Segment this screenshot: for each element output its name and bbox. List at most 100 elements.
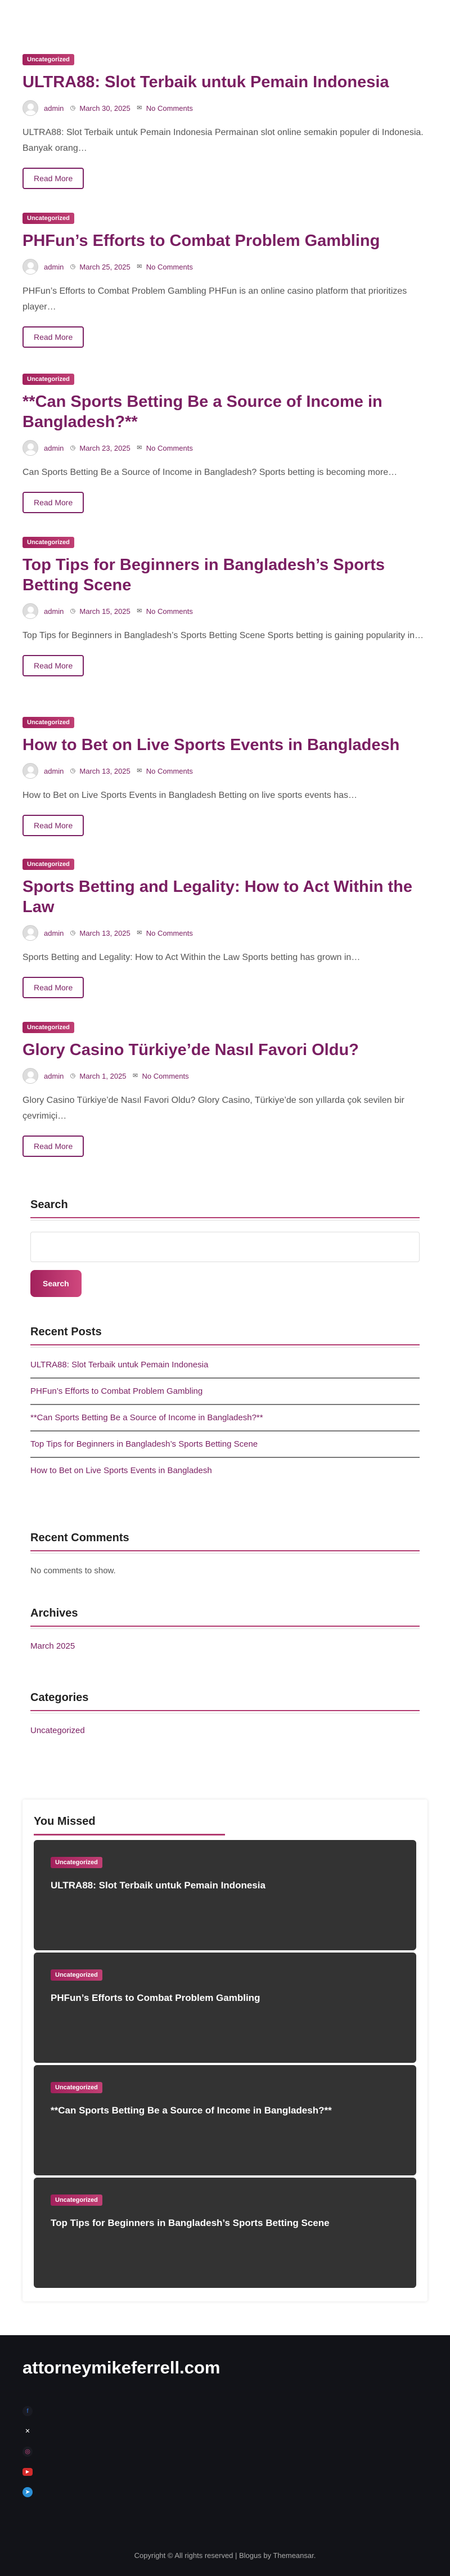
recent-posts-widget: Recent Posts ULTRA88: Slot Terbaik untuk…	[30, 1326, 420, 1491]
post-date[interactable]: ◷ March 30, 2025	[69, 104, 130, 113]
comments-icon: ✉	[132, 1072, 138, 1079]
facebook-icon[interactable]: f	[22, 2406, 33, 2416]
post-card: Uncategorized **Can Sports Betting Be a …	[22, 374, 428, 513]
read-more-button[interactable]: Read More	[22, 492, 84, 513]
category-link[interactable]: Uncategorized	[30, 1726, 420, 1735]
post-date[interactable]: ◷ March 25, 2025	[69, 263, 130, 271]
read-more-button[interactable]: Read More	[22, 977, 84, 998]
archive-link[interactable]: March 2025	[30, 1641, 420, 1651]
post-card: Uncategorized PHFun’s Efforts to Combat …	[22, 213, 428, 348]
post-author[interactable]: admin	[44, 444, 64, 452]
missed-card-title[interactable]: **Can Sports Betting Be a Source of Inco…	[51, 2104, 399, 2117]
avatar[interactable]	[22, 925, 38, 941]
post-author[interactable]: admin	[44, 607, 64, 616]
post-author[interactable]: admin	[44, 767, 64, 775]
post-author[interactable]: admin	[44, 104, 64, 113]
post-excerpt: Sports Betting and Legality: How to Act …	[22, 953, 361, 962]
post-comments-text: No Comments	[146, 766, 193, 775]
recent-comments-widget: Recent Comments No comments to show.	[30, 1532, 420, 1576]
category-badge[interactable]: Uncategorized	[51, 1857, 102, 1868]
recent-post-link[interactable]: How to Bet on Live Sports Events in Bang…	[30, 1466, 420, 1483]
post-date[interactable]: ◷ March 23, 2025	[69, 444, 130, 452]
missed-card[interactable]: Uncategorized ULTRA88: Slot Terbaik untu…	[34, 1840, 416, 1950]
post-meta: admin ◷ March 15, 2025 ✉ No Comments	[22, 603, 428, 619]
post-excerpt: Can Sports Betting Be a Source of Income…	[22, 468, 398, 477]
missed-card-title[interactable]: Top Tips for Beginners in Bangladesh’s S…	[51, 2217, 399, 2229]
avatar[interactable]	[22, 440, 38, 456]
post-date[interactable]: ◷ March 1, 2025	[69, 1072, 127, 1080]
post-comments-text: No Comments	[146, 928, 193, 937]
post-comments[interactable]: ✉ No Comments	[136, 607, 193, 616]
category-badge[interactable]: Uncategorized	[51, 2082, 102, 2093]
search-input[interactable]	[30, 1232, 420, 1262]
widget-title: Archives	[30, 1607, 420, 1629]
post-comments[interactable]: ✉ No Comments	[136, 444, 193, 452]
post-title[interactable]: How to Bet on Live Sports Events in Bang…	[22, 735, 428, 755]
missed-card[interactable]: Uncategorized Top Tips for Beginners in …	[34, 2178, 416, 2288]
avatar[interactable]	[22, 259, 38, 275]
post-title[interactable]: Top Tips for Beginners in Bangladesh’s S…	[22, 555, 428, 595]
instagram-icon[interactable]: ◎	[22, 2447, 33, 2457]
avatar[interactable]	[22, 603, 38, 619]
avatar[interactable]	[22, 100, 38, 116]
comments-icon: ✉	[137, 105, 142, 111]
post-author[interactable]: admin	[44, 929, 64, 937]
post-comments-text: No Comments	[146, 443, 193, 452]
x-icon[interactable]: ✕	[22, 2426, 33, 2436]
recent-post-link[interactable]: PHFun’s Efforts to Combat Problem Gambli…	[30, 1386, 420, 1405]
post-meta: admin ◷ March 1, 2025 ✉ No Comments	[22, 1068, 428, 1084]
missed-card-title[interactable]: ULTRA88: Slot Terbaik untuk Pemain Indon…	[51, 1879, 399, 1892]
post-title[interactable]: **Can Sports Betting Be a Source of Inco…	[22, 392, 428, 432]
post-title[interactable]: PHFun’s Efforts to Combat Problem Gambli…	[22, 231, 428, 251]
post-comments[interactable]: ✉ No Comments	[132, 1072, 189, 1080]
read-more-button[interactable]: Read More	[22, 655, 84, 676]
post-date[interactable]: ◷ March 15, 2025	[69, 607, 130, 616]
category-badge[interactable]: Uncategorized	[22, 717, 74, 728]
no-comments-text: No comments to show.	[30, 1566, 116, 1576]
category-badge[interactable]: Uncategorized	[51, 2194, 102, 2206]
recent-posts-list: ULTRA88: Slot Terbaik untuk Pemain Indon…	[30, 1360, 420, 1483]
read-more-button[interactable]: Read More	[22, 326, 84, 348]
post-date-text: March 25, 2025	[79, 262, 130, 271]
category-badge[interactable]: Uncategorized	[22, 213, 74, 224]
missed-card[interactable]: Uncategorized **Can Sports Betting Be a …	[34, 2065, 416, 2175]
youtube-icon[interactable]: ▶	[22, 2468, 33, 2476]
post-title[interactable]: Sports Betting and Legality: How to Act …	[22, 877, 428, 917]
read-more-button[interactable]: Read More	[22, 1136, 84, 1157]
post-title[interactable]: Glory Casino Türkiye’de Nasıl Favori Old…	[22, 1040, 428, 1060]
recent-post-link[interactable]: ULTRA88: Slot Terbaik untuk Pemain Indon…	[30, 1360, 420, 1379]
recent-post-link[interactable]: Top Tips for Beginners in Bangladesh’s S…	[30, 1439, 420, 1458]
category-badge[interactable]: Uncategorized	[22, 374, 74, 385]
telegram-icon[interactable]: ➤	[22, 2487, 33, 2497]
category-badge[interactable]: Uncategorized	[22, 54, 74, 65]
categories-widget: Categories Uncategorized	[30, 1691, 420, 1735]
archives-widget: Archives March 2025	[30, 1607, 420, 1651]
category-badge[interactable]: Uncategorized	[22, 537, 74, 548]
post-date[interactable]: ◷ March 13, 2025	[69, 929, 130, 937]
post-comments[interactable]: ✉ No Comments	[136, 104, 193, 113]
recent-post-link[interactable]: **Can Sports Betting Be a Source of Inco…	[30, 1413, 420, 1431]
site-title[interactable]: attorneymikeferrell.com	[22, 2358, 220, 2378]
post-author[interactable]: admin	[44, 263, 64, 271]
post-comments[interactable]: ✉ No Comments	[136, 263, 193, 271]
widget-title: Search	[30, 1199, 420, 1220]
post-excerpt: ULTRA88: Slot Terbaik untuk Pemain Indon…	[22, 128, 424, 153]
post-title[interactable]: ULTRA88: Slot Terbaik untuk Pemain Indon…	[22, 72, 428, 92]
post-date-text: March 13, 2025	[79, 928, 130, 937]
missed-card-title[interactable]: PHFun’s Efforts to Combat Problem Gambli…	[51, 1992, 399, 2004]
post-date[interactable]: ◷ March 13, 2025	[69, 767, 130, 775]
missed-card[interactable]: Uncategorized PHFun’s Efforts to Combat …	[34, 1953, 416, 2063]
post-author[interactable]: admin	[44, 1072, 64, 1080]
category-badge[interactable]: Uncategorized	[22, 859, 74, 870]
post-comments[interactable]: ✉ No Comments	[136, 929, 193, 937]
post-card: Uncategorized How to Bet on Live Sports …	[22, 717, 428, 836]
post-comments[interactable]: ✉ No Comments	[136, 767, 193, 775]
read-more-button[interactable]: Read More	[22, 168, 84, 189]
avatar[interactable]	[22, 1068, 38, 1084]
search-button[interactable]: Search	[30, 1270, 82, 1297]
read-more-button[interactable]: Read More	[22, 815, 84, 836]
category-badge[interactable]: Uncategorized	[51, 1969, 102, 1981]
avatar[interactable]	[22, 763, 38, 779]
post-meta: admin ◷ March 30, 2025 ✉ No Comments	[22, 100, 428, 116]
category-badge[interactable]: Uncategorized	[22, 1022, 74, 1033]
